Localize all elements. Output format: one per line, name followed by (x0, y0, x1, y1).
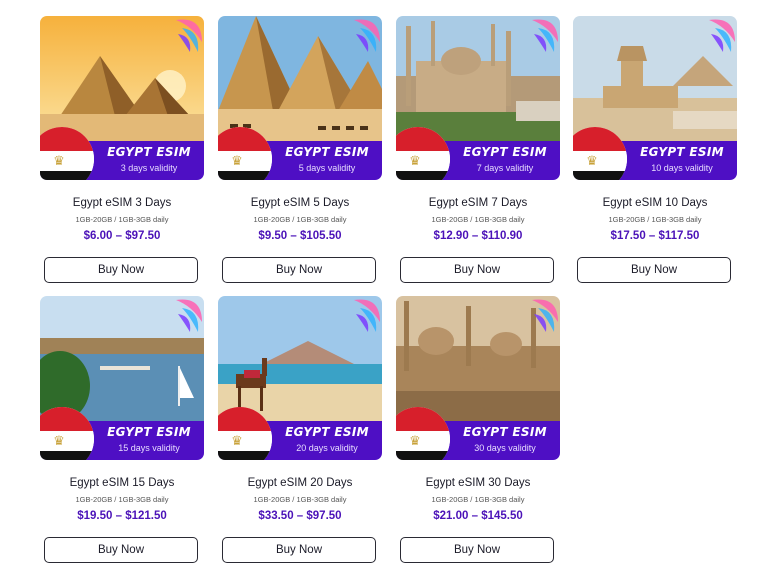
brand-text: EGYPT ESIM (463, 425, 547, 439)
buy-now-button[interactable]: Buy Now (577, 257, 731, 283)
price-range: $17.50 – $117.50 (610, 230, 700, 242)
brand-logo (350, 296, 382, 334)
data-allowance: 1GB-20GB / 1GB-3GB daily (608, 215, 702, 224)
product-card[interactable]: ♛ EGYPT ESIM 20 days validity Egypt eSIM… (218, 296, 382, 563)
product-image[interactable]: ♛ EGYPT ESIM 3 days validity (40, 16, 204, 180)
data-allowance: 1GB-20GB / 1GB-3GB daily (75, 495, 169, 504)
product-card[interactable]: ♛ EGYPT ESIM 7 days validity Egypt eSIM … (396, 16, 560, 283)
product-image[interactable]: ♛ EGYPT ESIM 10 days validity (573, 16, 737, 180)
brand-logo (172, 16, 204, 54)
egypt-flag-icon: ♛ (396, 127, 450, 180)
price-range: $6.00 – $97.50 (83, 230, 161, 242)
validity-text: 10 days validity (651, 163, 713, 173)
brand-logo (528, 296, 560, 334)
product-card[interactable]: ♛ EGYPT ESIM 5 days validity Egypt eSIM … (218, 16, 382, 283)
buy-now-button[interactable]: Buy Now (400, 257, 554, 283)
validity-text: 5 days validity (298, 163, 356, 173)
product-image[interactable]: ♛ EGYPT ESIM 7 days validity (396, 16, 560, 180)
price-range: $19.50 – $121.50 (77, 510, 167, 522)
product-card[interactable]: ♛ EGYPT ESIM 3 days validity Egypt eSIM … (40, 16, 204, 283)
egypt-flag-icon: ♛ (40, 407, 94, 460)
brand-text: EGYPT ESIM (640, 145, 724, 159)
brand-text: EGYPT ESIM (107, 425, 191, 439)
product-card[interactable]: ♛ EGYPT ESIM 10 days validity Egypt eSIM… (573, 16, 737, 283)
product-title[interactable]: Egypt eSIM 20 Days (218, 477, 382, 489)
validity-text: 30 days validity (474, 443, 536, 453)
buy-now-button[interactable]: Buy Now (400, 537, 554, 563)
product-card[interactable]: ♛ EGYPT ESIM 30 days validity Egypt eSIM… (396, 296, 560, 563)
product-image[interactable]: ♛ EGYPT ESIM 15 days validity (40, 296, 204, 460)
egypt-flag-icon: ♛ (573, 127, 627, 180)
brand-text: EGYPT ESIM (463, 145, 547, 159)
validity-text: 15 days validity (118, 443, 180, 453)
brand-logo (705, 16, 737, 54)
egypt-flag-icon: ♛ (40, 127, 94, 180)
buy-now-button[interactable]: Buy Now (44, 257, 198, 283)
product-title[interactable]: Egypt eSIM 15 Days (40, 477, 204, 489)
product-title[interactable]: Egypt eSIM 5 Days (218, 197, 382, 209)
egypt-flag-icon: ♛ (396, 407, 450, 460)
validity-text: 20 days validity (296, 443, 358, 453)
brand-text: EGYPT ESIM (285, 425, 369, 439)
validity-text: 7 days validity (476, 163, 534, 173)
brand-text: EGYPT ESIM (107, 145, 191, 159)
price-range: $12.90 – $110.90 (433, 230, 523, 242)
data-allowance: 1GB-20GB / 1GB-3GB daily (431, 495, 525, 504)
data-allowance: 1GB-20GB / 1GB-3GB daily (253, 215, 347, 224)
egypt-flag-icon: ♛ (218, 127, 272, 180)
egypt-flag-icon: ♛ (218, 407, 272, 460)
price-range: $9.50 – $105.50 (258, 230, 342, 242)
data-allowance: 1GB-20GB / 1GB-3GB daily (75, 215, 169, 224)
product-image[interactable]: ♛ EGYPT ESIM 30 days validity (396, 296, 560, 460)
product-image[interactable]: ♛ EGYPT ESIM 5 days validity (218, 16, 382, 180)
data-allowance: 1GB-20GB / 1GB-3GB daily (431, 215, 525, 224)
buy-now-button[interactable]: Buy Now (44, 537, 198, 563)
product-title[interactable]: Egypt eSIM 10 Days (573, 197, 737, 209)
brand-logo (350, 16, 382, 54)
product-title[interactable]: Egypt eSIM 30 Days (396, 477, 560, 489)
product-title[interactable]: Egypt eSIM 7 Days (396, 197, 560, 209)
buy-now-button[interactable]: Buy Now (222, 257, 376, 283)
brand-logo (528, 16, 560, 54)
data-allowance: 1GB-20GB / 1GB-3GB daily (253, 495, 347, 504)
price-range: $21.00 – $145.50 (433, 510, 523, 522)
price-range: $33.50 – $97.50 (258, 510, 342, 522)
brand-logo (172, 296, 204, 334)
product-card[interactable]: ♛ EGYPT ESIM 15 days validity Egypt eSIM… (40, 296, 204, 563)
product-image[interactable]: ♛ EGYPT ESIM 20 days validity (218, 296, 382, 460)
product-title[interactable]: Egypt eSIM 3 Days (40, 197, 204, 209)
validity-text: 3 days validity (120, 163, 178, 173)
brand-text: EGYPT ESIM (285, 145, 369, 159)
buy-now-button[interactable]: Buy Now (222, 537, 376, 563)
